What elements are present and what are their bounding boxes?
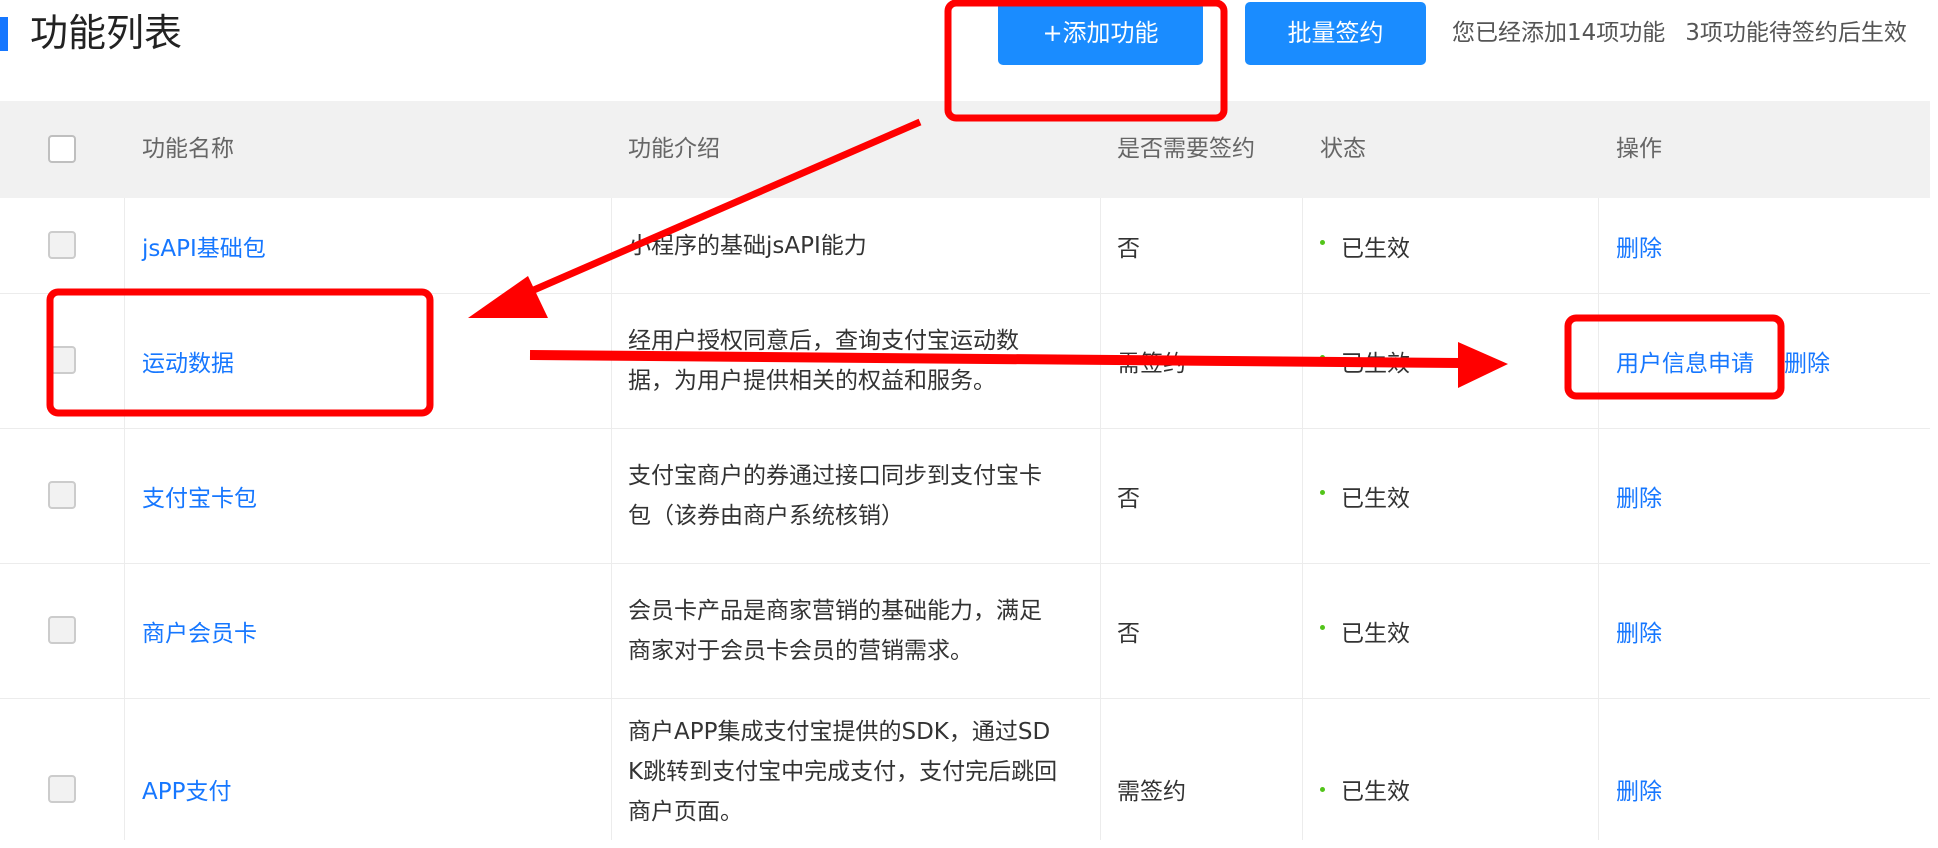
delete-link[interactable]: 删除: [1616, 614, 1662, 648]
table-row: 运动数据 经用户授权同意后，查询支付宝运动数 据，为用户提供相关的权益和服务。 …: [0, 293, 1930, 429]
page-title: 功能列表: [30, 11, 183, 55]
summary-pending: 3项功能待签约后生效: [1685, 20, 1907, 46]
table-row: jsAPI基础包 小程序的基础jsAPI能力 否 已生效 删除: [0, 198, 1930, 294]
summary-text: 您已经添加14项功能 3项功能待签约后生效: [1452, 15, 1907, 51]
column-header-actions: 操作: [1616, 136, 1662, 162]
feature-description: 商家对于会员卡会员的营销需求。: [628, 637, 973, 664]
needs-sign-value: 需签约: [1117, 779, 1186, 805]
delete-link[interactable]: 删除: [1784, 344, 1830, 378]
feature-name-link[interactable]: jsAPI基础包: [142, 229, 266, 263]
feature-description: 支付宝商户的券通过接口同步到支付宝卡: [628, 462, 1042, 489]
feature-name-link[interactable]: APP支付: [142, 779, 231, 805]
feature-description: 小程序的基础jsAPI能力: [628, 232, 867, 259]
feature-description: K跳转到支付宝中完成支付，支付完后跳回: [628, 759, 1058, 785]
feature-name-link[interactable]: 商户会员卡: [142, 614, 257, 648]
status-dot-icon: [1320, 787, 1325, 792]
table-row: 支付宝卡包 支付宝商户的券通过接口同步到支付宝卡 包（该券由商户系统核销） 否 …: [0, 428, 1930, 564]
feature-description: 据，为用户提供相关的权益和服务。: [628, 367, 996, 394]
table-header: 功能名称 功能介绍 是否需要签约 状态 操作: [0, 101, 1930, 198]
status-text: 已生效: [1341, 350, 1410, 377]
batch-sign-button[interactable]: 批量签约: [1245, 2, 1426, 65]
delete-link[interactable]: 删除: [1616, 779, 1662, 805]
column-header-status: 状态: [1320, 136, 1366, 162]
feature-description: 商户APP集成支付宝提供的SDK，通过SD: [628, 719, 1051, 745]
title-accent-bar: [0, 17, 8, 51]
feature-description: 包（该券由商户系统核销）: [628, 502, 904, 529]
row-checkbox[interactable]: [48, 616, 76, 644]
status-text: 已生效: [1341, 485, 1410, 512]
status-text: 已生效: [1341, 235, 1410, 262]
row-checkbox[interactable]: [48, 481, 76, 509]
row-checkbox[interactable]: [48, 775, 76, 803]
column-header-description: 功能介绍: [628, 136, 720, 162]
summary-added: 您已经添加14项功能: [1452, 20, 1666, 46]
table-row: 商户会员卡 会员卡产品是商家营销的基础能力，满足 商家对于会员卡会员的营销需求。…: [0, 563, 1930, 699]
status-text: 已生效: [1341, 779, 1410, 805]
feature-description: 商户页面。: [628, 799, 743, 825]
select-all-checkbox[interactable]: [48, 135, 76, 163]
status-dot-icon: [1320, 625, 1325, 630]
status-dot-icon: [1320, 240, 1325, 245]
feature-name-link[interactable]: 运动数据: [142, 344, 234, 378]
table-row: APP支付 商户APP集成支付宝提供的SDK，通过SD K跳转到支付宝中完成支付…: [0, 698, 1930, 848]
row-checkbox[interactable]: [48, 231, 76, 259]
user-info-apply-link[interactable]: 用户信息申请: [1616, 344, 1754, 378]
status-text: 已生效: [1341, 620, 1410, 647]
column-header-name: 功能名称: [142, 136, 234, 162]
status-dot-icon: [1320, 490, 1325, 495]
needs-sign-value: 否: [1117, 620, 1140, 647]
row-checkbox[interactable]: [48, 346, 76, 374]
delete-link[interactable]: 删除: [1616, 479, 1662, 513]
feature-description: 经用户授权同意后，查询支付宝运动数: [628, 327, 1019, 354]
feature-description: 会员卡产品是商家营销的基础能力，满足: [628, 597, 1042, 624]
column-header-needs-sign: 是否需要签约: [1117, 136, 1255, 162]
status-dot-icon: [1320, 355, 1325, 360]
add-feature-button[interactable]: +添加功能: [998, 2, 1203, 65]
needs-sign-value: 否: [1117, 485, 1140, 512]
needs-sign-value: 需签约: [1117, 350, 1186, 377]
delete-link[interactable]: 删除: [1616, 229, 1662, 263]
feature-name-link[interactable]: 支付宝卡包: [142, 479, 257, 513]
needs-sign-value: 否: [1117, 235, 1140, 262]
